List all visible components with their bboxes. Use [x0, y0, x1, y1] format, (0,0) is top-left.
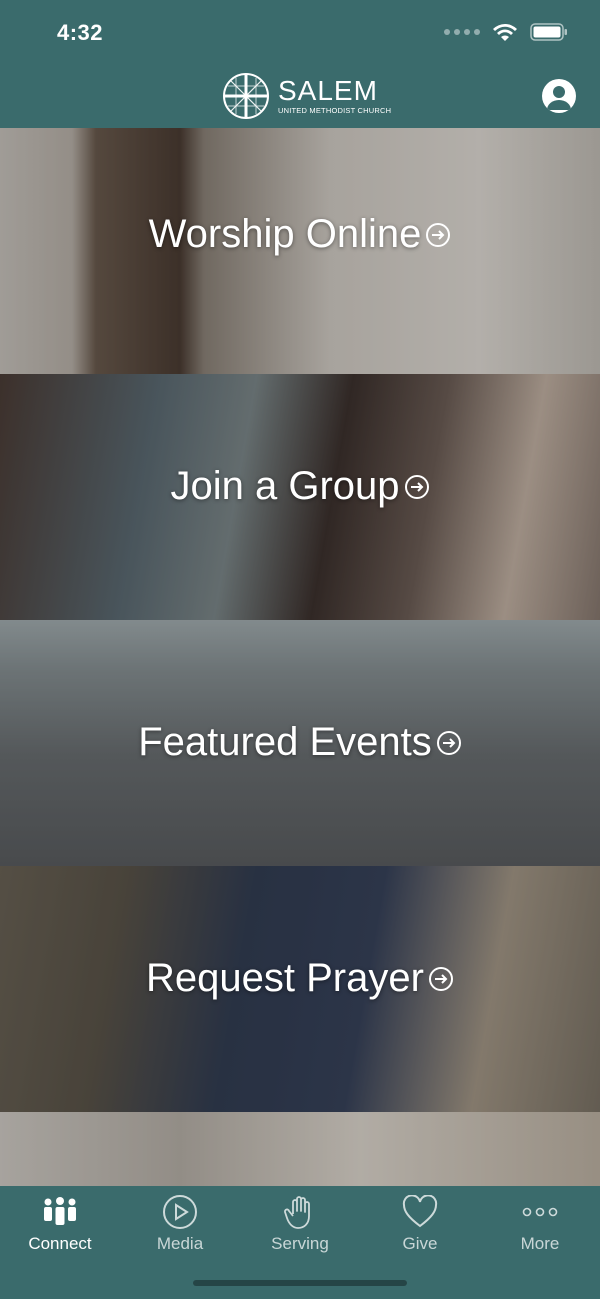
tab-give[interactable]: Give — [360, 1186, 480, 1266]
app-header: SALEM UNITED METHODIST CHURCH — [0, 64, 600, 128]
tab-label: Give — [402, 1234, 438, 1253]
church-logo[interactable]: SALEM UNITED METHODIST CHURCH — [222, 72, 391, 120]
tile-title: Worship Online — [148, 212, 422, 256]
tile-label: Worship Online — [0, 212, 600, 257]
status-icons — [444, 22, 568, 42]
tile-join-a-group[interactable]: Join a Group — [0, 374, 600, 620]
wifi-icon — [492, 22, 518, 42]
tile-featured-events[interactable]: Featured Events — [0, 620, 600, 866]
play-icon — [160, 1194, 200, 1230]
profile-button[interactable] — [542, 79, 576, 113]
cross-logo-icon — [223, 73, 269, 119]
hand-icon — [280, 1194, 320, 1230]
more-dots-icon — [520, 1194, 560, 1230]
tab-more[interactable]: More — [480, 1186, 600, 1266]
tile-title: Request Prayer — [146, 956, 424, 1000]
tile-label: Join a Group — [0, 464, 600, 509]
home-indicator[interactable] — [193, 1280, 407, 1286]
tile-worship-online[interactable]: Worship Online — [0, 128, 600, 374]
battery-icon — [530, 22, 568, 42]
tab-label: Media — [156, 1234, 204, 1253]
tab-media[interactable]: Media — [120, 1186, 240, 1266]
arrow-circle-icon — [404, 474, 429, 499]
logo-title: SALEM — [278, 75, 378, 107]
status-bar: 4:32 — [0, 0, 600, 64]
tile-label: Request Prayer — [0, 956, 600, 1001]
cellular-signal-icon — [444, 29, 480, 35]
arrow-circle-icon — [426, 222, 451, 247]
tab-label: More — [520, 1234, 560, 1253]
profile-icon — [547, 86, 571, 110]
tab-label: Connect — [28, 1234, 92, 1253]
tab-bar: Connect Media Serving Give More — [0, 1186, 600, 1299]
tab-serving[interactable]: Serving — [240, 1186, 360, 1266]
tile-title: Join a Group — [170, 464, 400, 508]
tab-connect[interactable]: Connect — [0, 1186, 120, 1266]
people-icon — [40, 1194, 80, 1230]
arrow-circle-icon — [428, 966, 453, 991]
connect-feed: Worship Online Join a Group Featured Eve… — [0, 128, 600, 1186]
arrow-circle-icon — [436, 730, 461, 755]
tile-title: Featured Events — [138, 720, 432, 764]
heart-icon — [400, 1194, 440, 1230]
tile-label: Featured Events — [0, 720, 600, 765]
logo-subtitle: UNITED METHODIST CHURCH — [278, 106, 392, 116]
tab-label: Serving — [271, 1234, 329, 1253]
tile-request-prayer[interactable]: Request Prayer — [0, 866, 600, 1112]
tile-partial[interactable] — [0, 1112, 600, 1186]
status-time: 4:32 — [57, 20, 104, 45]
